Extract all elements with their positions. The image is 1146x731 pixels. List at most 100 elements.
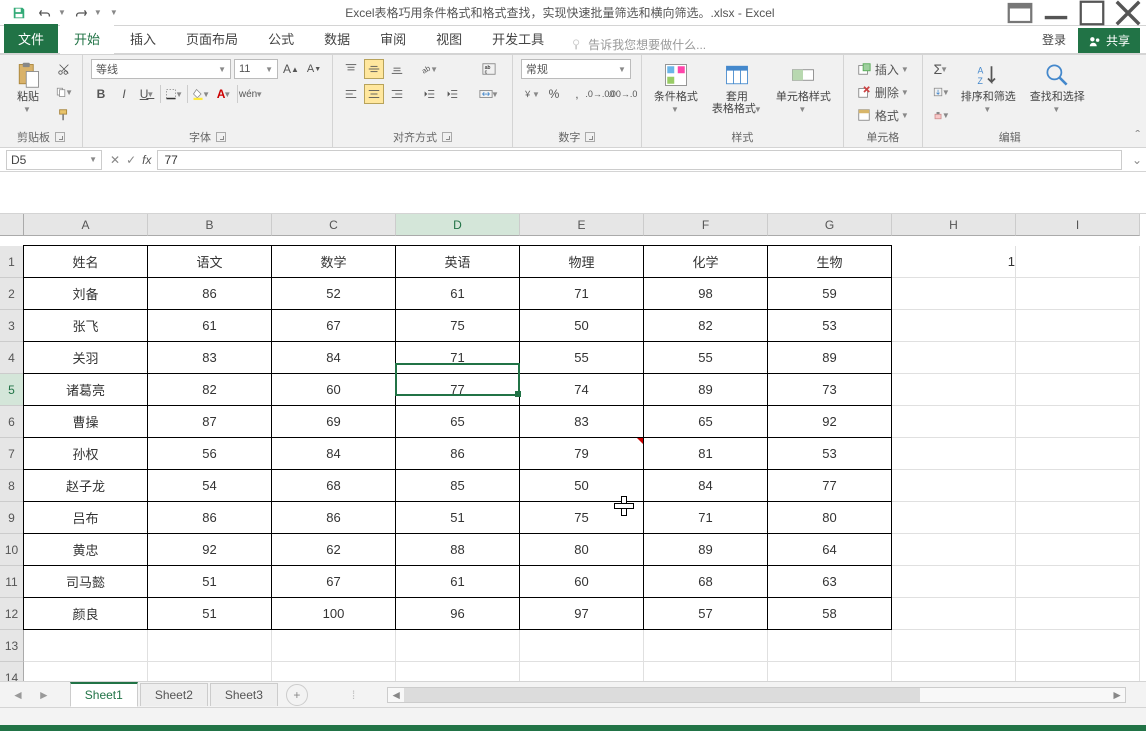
align-launcher[interactable] (442, 132, 452, 142)
cell-A4[interactable]: 关羽 (23, 341, 148, 374)
tab-page-layout[interactable]: 页面布局 (172, 24, 252, 53)
cell-F9[interactable]: 71 (643, 501, 768, 534)
cell-B10[interactable]: 92 (147, 533, 272, 566)
tab-formulas[interactable]: 公式 (254, 24, 308, 53)
format-cells-button[interactable]: 格式▼ (852, 105, 914, 125)
align-top-icon[interactable] (341, 59, 361, 79)
cell-G11[interactable]: 63 (767, 565, 892, 598)
cell-I13[interactable] (1016, 630, 1140, 662)
cell-I1[interactable] (1016, 246, 1140, 278)
formula-bar[interactable]: 77 (157, 150, 1122, 170)
font-size-combo[interactable]: 11▼ (234, 59, 278, 79)
cell-F8[interactable]: 84 (643, 469, 768, 502)
cell-H12[interactable] (892, 598, 1016, 630)
cell-D8[interactable]: 85 (395, 469, 520, 502)
tab-insert[interactable]: 插入 (116, 24, 170, 53)
insert-cells-button[interactable]: 插入▼ (852, 59, 914, 79)
cell-C12[interactable]: 100 (271, 597, 396, 630)
autosum-icon[interactable]: Σ▼ (931, 59, 951, 79)
number-format-combo[interactable]: 常规▼ (521, 59, 631, 79)
cell-E8[interactable]: 50 (519, 469, 644, 502)
sheet-nav-prev[interactable]: ◄ (6, 688, 30, 702)
sheet-tab-2[interactable]: Sheet2 (140, 683, 208, 706)
undo-dropdown[interactable]: ▼ (58, 8, 66, 17)
cell-H11[interactable] (892, 566, 1016, 598)
cell-D10[interactable]: 88 (395, 533, 520, 566)
col-header-A[interactable]: A (24, 214, 148, 236)
sheet-nav-next[interactable]: ► (32, 688, 56, 702)
cell-G10[interactable]: 64 (767, 533, 892, 566)
cell-A1[interactable]: 姓名 (23, 245, 148, 278)
cell-A10[interactable]: 黄忠 (23, 533, 148, 566)
cell-E1[interactable]: 物理 (519, 245, 644, 278)
cell-F5[interactable]: 89 (643, 373, 768, 406)
format-table-button[interactable]: 套用 表格格式▼ (708, 59, 766, 117)
cell-D6[interactable]: 65 (395, 405, 520, 438)
cell-H7[interactable] (892, 438, 1016, 470)
cell-G5[interactable]: 73 (767, 373, 892, 406)
cell-H1[interactable]: 1 (892, 246, 1016, 278)
row-header-8[interactable]: 8 (0, 470, 24, 502)
col-header-I[interactable]: I (1016, 214, 1140, 236)
cell-F3[interactable]: 82 (643, 309, 768, 342)
row-header-7[interactable]: 7 (0, 438, 24, 470)
cell-B4[interactable]: 83 (147, 341, 272, 374)
col-header-D[interactable]: D (396, 214, 520, 236)
paste-button[interactable]: 粘贴▼ (8, 59, 48, 117)
sort-filter-button[interactable]: AZ排序和筛选▼ (957, 59, 1020, 117)
bold-icon[interactable]: B (91, 84, 111, 104)
row-header-14[interactable]: 14 (0, 662, 24, 681)
cell-A6[interactable]: 曹操 (23, 405, 148, 438)
cell-G12[interactable]: 58 (767, 597, 892, 630)
login-button[interactable]: 登录 (1032, 26, 1076, 53)
cell-I10[interactable] (1016, 534, 1140, 566)
cell-A11[interactable]: 司马懿 (23, 565, 148, 598)
cell-B3[interactable]: 61 (147, 309, 272, 342)
cell-C2[interactable]: 52 (271, 277, 396, 310)
col-header-H[interactable]: H (892, 214, 1016, 236)
cell-G8[interactable]: 77 (767, 469, 892, 502)
cell-E3[interactable]: 50 (519, 309, 644, 342)
cell-C10[interactable]: 62 (271, 533, 396, 566)
clear-icon[interactable]: ▼ (931, 105, 951, 125)
cell-I5[interactable] (1016, 374, 1140, 406)
cell-A8[interactable]: 赵子龙 (23, 469, 148, 502)
cell-E2[interactable]: 71 (519, 277, 644, 310)
cell-D4[interactable]: 71 (395, 341, 520, 374)
cell-G2[interactable]: 59 (767, 277, 892, 310)
cell-I3[interactable] (1016, 310, 1140, 342)
cell-A7[interactable]: 孙权 (23, 437, 148, 470)
col-header-C[interactable]: C (272, 214, 396, 236)
cell-I12[interactable] (1016, 598, 1140, 630)
cell-B5[interactable]: 82 (147, 373, 272, 406)
close-icon[interactable] (1110, 0, 1146, 26)
enter-formula-icon[interactable]: ✓ (126, 153, 136, 167)
cell-E9[interactable]: 75 (519, 501, 644, 534)
cell-H3[interactable] (892, 310, 1016, 342)
minimize-icon[interactable] (1038, 0, 1074, 26)
align-right-icon[interactable] (387, 84, 407, 104)
cell-H6[interactable] (892, 406, 1016, 438)
cell-A9[interactable]: 吕布 (23, 501, 148, 534)
cell-D3[interactable]: 75 (395, 309, 520, 342)
comma-icon[interactable]: , (567, 84, 587, 104)
cell-D1[interactable]: 英语 (395, 245, 520, 278)
cell-B2[interactable]: 86 (147, 277, 272, 310)
cell-C7[interactable]: 84 (271, 437, 396, 470)
cell-A13[interactable] (24, 630, 148, 662)
number-launcher[interactable] (585, 132, 595, 142)
tab-developer[interactable]: 开发工具 (478, 24, 558, 53)
increase-indent-icon[interactable] (442, 84, 462, 104)
row-header-2[interactable]: 2 (0, 278, 24, 310)
cell-G7[interactable]: 53 (767, 437, 892, 470)
col-header-G[interactable]: G (768, 214, 892, 236)
percent-icon[interactable]: % (544, 84, 564, 104)
cell-H4[interactable] (892, 342, 1016, 374)
cell-A14[interactable] (24, 662, 148, 681)
cell-C6[interactable]: 69 (271, 405, 396, 438)
row-header-3[interactable]: 3 (0, 310, 24, 342)
cell-I14[interactable] (1016, 662, 1140, 681)
cell-E10[interactable]: 80 (519, 533, 644, 566)
save-icon[interactable] (8, 2, 30, 24)
row-header-10[interactable]: 10 (0, 534, 24, 566)
